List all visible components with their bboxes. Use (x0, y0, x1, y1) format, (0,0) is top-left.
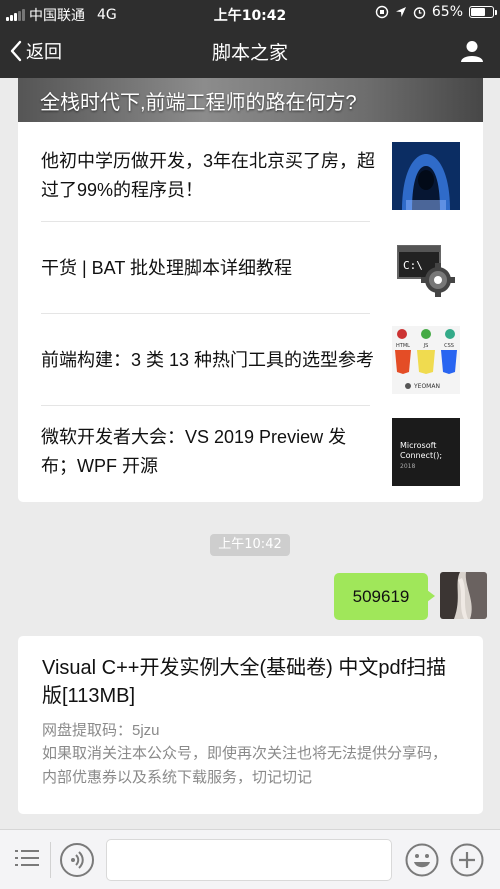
cmd-prompt-text: C:\ (403, 259, 423, 272)
message-input[interactable] (106, 839, 392, 881)
ms-line3: 2018 (400, 463, 415, 470)
ms-line1: Microsoft (400, 441, 436, 450)
article-item[interactable]: 他初中学历做开发，3年在北京买了房，超过了99%的程序员！ (18, 130, 483, 222)
js-label: JS (423, 343, 429, 349)
resource-note: 如果取消关注本公众号，即使再次关注也将无法提供分享码，内部优惠券以及系统下载服务… (42, 745, 448, 786)
microsoft-connect-thumbnail: Microsoft Connect(); 2018 (392, 418, 460, 486)
page-title: 脚本之家 (211, 42, 288, 64)
location-icon (395, 7, 406, 17)
frontend-logos-thumbnail: HTML JS CSS YEOMAN (392, 326, 460, 394)
yeoman-label: YEOMAN (413, 383, 440, 390)
article-item[interactable]: 前端构建：3 类 13 种热门工具的选型参考 HTML JS CSS YEOMA… (18, 314, 483, 406)
chat-timestamp: 上午10:42 (210, 534, 290, 556)
emoji-icon (405, 843, 439, 877)
more-button[interactable] (450, 843, 484, 877)
user-avatar[interactable] (440, 572, 487, 619)
voice-button[interactable] (60, 843, 94, 877)
status-right: 65% (375, 4, 497, 20)
battery-fill (471, 8, 485, 16)
extraction-code: 网盘提取码：5jzu (42, 722, 160, 739)
battery-icon (469, 6, 497, 18)
separator (50, 842, 51, 878)
nav-bar: 返回 脚本之家 (0, 26, 500, 78)
plus-icon (450, 843, 484, 877)
ms-line2: Connect(); (400, 451, 442, 460)
outgoing-message-bubble[interactable]: 509619 (334, 573, 435, 620)
menu-toggle-button[interactable] (15, 848, 39, 874)
orientation-lock-icon (375, 5, 389, 19)
person-icon (461, 41, 483, 62)
resource-title: Visual C++开发实例大全(基础卷) 中文pdf扫描版[113MB] (42, 657, 447, 707)
css-label: CSS (444, 343, 454, 349)
article-title: 干货 | BAT 批处理脚本详细教程 (41, 257, 293, 278)
emoji-button[interactable] (405, 843, 439, 877)
profile-button[interactable] (460, 39, 484, 67)
cmd-gear-thumbnail: C:\ (392, 234, 460, 302)
battery-percent: 65% (431, 4, 463, 20)
alarm-icon (413, 6, 426, 19)
menu-list-icon (15, 850, 39, 866)
cover-article[interactable]: 全栈时代下,前端工程师的路在何方? (18, 78, 483, 122)
cover-title: 全栈时代下,前端工程师的路在何方? (40, 92, 357, 114)
article-title: 他初中学历做开发，3年在北京买了房，超过了99%的程序员！ (41, 151, 376, 200)
article-title: 微软开发者大会：VS 2019 Preview 发布；WPF 开源 (41, 427, 347, 476)
article-item[interactable]: 干货 | BAT 批处理脚本详细教程 C:\ (18, 222, 483, 314)
voice-icon (71, 851, 84, 869)
message-text: 509619 (352, 586, 410, 606)
article-title: 前端构建：3 类 13 种热门工具的选型参考 (41, 349, 375, 370)
article-item[interactable]: 微软开发者大会：VS 2019 Preview 发布；WPF 开源 Micros… (18, 406, 483, 498)
input-bar (0, 829, 500, 889)
html-label: HTML (396, 343, 410, 349)
hacker-hoodie-thumbnail (392, 142, 460, 210)
resource-card[interactable]: Visual C++开发实例大全(基础卷) 中文pdf扫描版[113MB] 网盘… (18, 636, 483, 814)
article-card: 全栈时代下,前端工程师的路在何方? 他初中学历做开发，3年在北京买了房，超过了9… (18, 78, 483, 502)
status-bar: 中国联通 4G 上午10:42 65% (0, 0, 500, 26)
